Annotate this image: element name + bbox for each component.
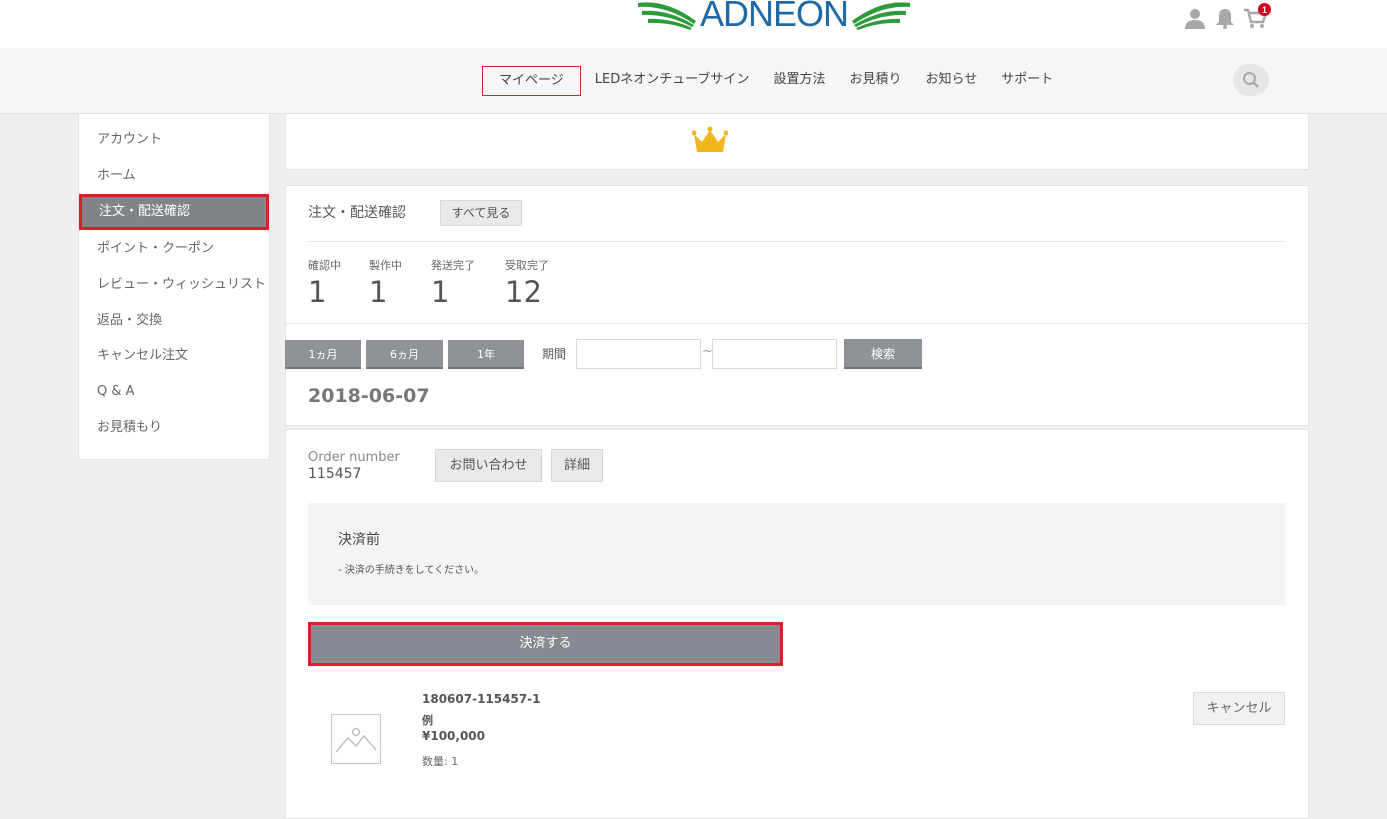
payment-status-box: 決済前 - 決済の手続きをしてください。 — [308, 503, 1285, 605]
top-header: ADNEON 1 — [0, 0, 1387, 48]
sidebar-item-orders[interactable]: 注文・配送確認 — [79, 194, 269, 230]
stat-value: 1 — [369, 275, 388, 309]
sidebar-item-reviews[interactable]: レビュー・ウィッシュリスト — [79, 267, 269, 303]
period-6-month-button[interactable]: 6ヵ月 — [366, 340, 443, 369]
sidebar-item-qa[interactable]: Q & A — [79, 374, 269, 410]
stat-value: 1 — [431, 275, 450, 309]
logo-wing-left-icon — [638, 2, 696, 30]
cart-count-badge: 1 — [1258, 3, 1271, 16]
item-price: ¥100,000 — [422, 729, 486, 743]
crown-icon — [691, 126, 729, 158]
adneon-logo[interactable]: ADNEON — [636, 0, 912, 36]
view-all-button[interactable]: すべて見る — [440, 200, 522, 226]
period-label: 期間 — [542, 347, 567, 361]
search-icon — [1243, 72, 1259, 88]
order-number: 115457 — [308, 466, 362, 482]
nav-item-news[interactable]: お知らせ — [913, 66, 989, 96]
pay-button[interactable]: 決済する — [308, 622, 783, 666]
sidebar-item-points[interactable]: ポイント・クーポン — [79, 231, 269, 267]
sidebar-item-returns[interactable]: 返品・交換 — [79, 303, 269, 339]
stat-label: 製作中 — [369, 259, 402, 272]
order-summary-title: 注文・配送確認 — [308, 205, 406, 221]
detail-button[interactable]: 詳細 — [551, 449, 603, 482]
main-nav: マイページ LEDネオンチューブサイン 設置方法 お見積り お知らせ サポート — [482, 66, 1065, 96]
item-name: 例 — [422, 714, 433, 727]
start-date-input[interactable] — [576, 339, 701, 369]
sidebar-item-home[interactable]: ホーム — [79, 158, 269, 194]
period-1-month-button[interactable]: 1ヵ月 — [285, 340, 361, 369]
payment-status-note: - 決済の手続きをしてください。 — [338, 565, 485, 576]
nav-item-led-neon[interactable]: LEDネオンチューブサイン — [583, 66, 762, 96]
stat-label: 確認中 — [308, 259, 341, 272]
nav-item-mypage[interactable]: マイページ — [482, 66, 581, 96]
stat-label: 受取完了 — [505, 259, 549, 272]
item-code[interactable]: 180607-115457-1 — [422, 692, 541, 706]
stat-received[interactable]: 受取完了 12 — [505, 257, 549, 309]
sidebar-item-cancel-orders[interactable]: キャンセル注文 — [79, 338, 269, 374]
stat-label: 発送完了 — [431, 259, 475, 272]
product-thumbnail — [331, 714, 381, 764]
cart-icon[interactable]: 1 — [1243, 3, 1271, 30]
user-icon[interactable] — [1183, 6, 1207, 30]
order-date-heading: 2018-06-07 — [308, 385, 430, 407]
sidebar-item-estimate[interactable]: お見積もり — [79, 410, 269, 446]
cancel-item-button[interactable]: キャンセル — [1193, 692, 1285, 725]
header-icons: 1 — [1183, 3, 1271, 30]
payment-status-title: 決済前 — [338, 532, 380, 548]
period-1-year-button[interactable]: 1年 — [448, 340, 524, 369]
contact-button[interactable]: お問い合わせ — [435, 449, 542, 482]
nav-item-quote[interactable]: お見積り — [837, 66, 913, 96]
membership-panel — [285, 114, 1309, 170]
image-placeholder-icon — [335, 727, 377, 753]
stat-producing[interactable]: 製作中 1 — [369, 257, 402, 309]
order-number-label: Order number — [308, 450, 400, 465]
bell-icon[interactable] — [1213, 6, 1237, 30]
stat-shipped[interactable]: 発送完了 1 — [431, 257, 475, 309]
stat-value: 12 — [505, 275, 542, 309]
nav-item-support[interactable]: サポート — [989, 66, 1065, 96]
nav-item-installation[interactable]: 設置方法 — [761, 66, 837, 96]
end-date-input[interactable] — [712, 339, 837, 369]
summary-divider — [308, 241, 1285, 242]
stat-value: 1 — [308, 275, 327, 309]
search-button[interactable] — [1233, 64, 1269, 96]
item-quantity: 数量: 1 — [422, 755, 459, 768]
period-search-button[interactable]: 検索 — [844, 339, 922, 369]
account-sidebar: アカウント ホーム 注文・配送確認 ポイント・クーポン レビュー・ウィッシュリス… — [78, 114, 270, 460]
sidebar-item-account[interactable]: アカウント — [79, 122, 269, 158]
logo-text: ADNEON — [700, 0, 849, 34]
main-nav-bar: マイページ LEDネオンチューブサイン 設置方法 お見積り お知らせ サポート — [0, 48, 1387, 114]
stat-confirming[interactable]: 確認中 1 — [308, 257, 341, 309]
logo-wing-right-icon — [852, 2, 911, 30]
